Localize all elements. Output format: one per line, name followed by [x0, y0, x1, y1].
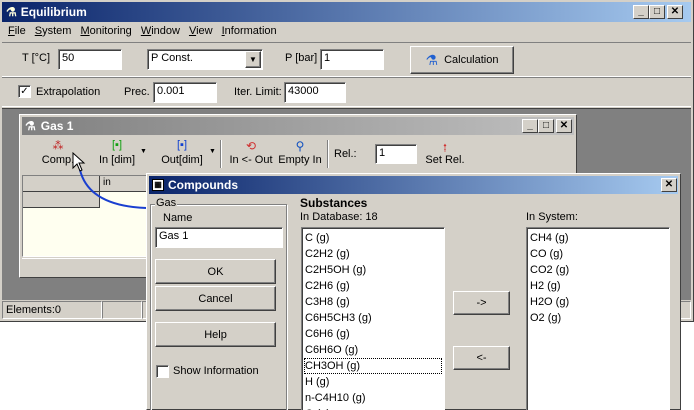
in-system-label: In System:: [526, 211, 578, 223]
blue-box-icon: [▪]: [176, 139, 187, 151]
system-list-item[interactable]: CH4 (g): [529, 230, 667, 246]
app-icon: ⚗: [6, 5, 17, 19]
show-information-checkbox[interactable]: [156, 365, 169, 378]
gas-window-title: Gas 1: [40, 119, 74, 133]
set-rel-icon: ⭫: [442, 141, 448, 155]
compounds-dialog: ▦ Compounds ✕ Gas Name Gas 1 OK Cancel H…: [146, 173, 681, 410]
database-list-item[interactable]: C3H8 (g): [304, 294, 442, 310]
gas-name-input[interactable]: Gas 1: [155, 227, 283, 248]
main-title-bar[interactable]: ⚗ Equilibrium: [2, 2, 691, 22]
dialog-title-bar[interactable]: ▦ Compounds: [149, 176, 678, 194]
pressure-input[interactable]: 1: [320, 49, 384, 70]
precision-input[interactable]: 0.001: [153, 82, 217, 103]
gas-maximize-button[interactable]: □: [538, 119, 554, 133]
ok-button[interactable]: OK: [155, 259, 276, 284]
gas-minimize-button[interactable]: _: [522, 119, 538, 133]
menu-view[interactable]: View: [189, 25, 213, 41]
database-list-item[interactable]: C2H2 (g): [304, 246, 442, 262]
menu-system[interactable]: System: [35, 25, 72, 41]
set-rel-button[interactable]: ⭫ Set Rel.: [422, 139, 468, 166]
database-list-item[interactable]: O (g): [304, 406, 442, 410]
menu-monitoring[interactable]: Monitoring: [80, 25, 131, 41]
extrapolation-checkbox[interactable]: ✓: [18, 85, 31, 98]
database-list-item[interactable]: CH3OH (g): [304, 358, 442, 374]
iter-limit-label: Iter. Limit:: [234, 86, 282, 98]
empty-in-label: Empty In: [278, 154, 322, 166]
database-list-item[interactable]: C6H6 (g): [304, 326, 442, 342]
rel-input[interactable]: 1: [375, 144, 417, 164]
gas-title-bar[interactable]: ⚗ Gas 1: [22, 117, 574, 135]
database-list-item[interactable]: n-C4H10 (g): [304, 390, 442, 406]
dialog-close-button[interactable]: ✕: [661, 178, 677, 192]
menu-bar: File System Monitoring Window View Infor…: [8, 25, 286, 41]
maximize-button[interactable]: □: [649, 5, 665, 19]
database-list-item[interactable]: C2H5OH (g): [304, 262, 442, 278]
gas-group-label: Gas: [155, 197, 178, 209]
mouse-cursor-icon: [72, 152, 86, 172]
flask-icon: ⚗: [425, 51, 439, 68]
dialog-icon: ▦: [152, 179, 164, 191]
toolbar-separator: [220, 140, 222, 168]
status-elements: Elements:0: [2, 301, 102, 319]
system-list-item[interactable]: CO (g): [529, 246, 667, 262]
menu-window[interactable]: Window: [141, 25, 180, 41]
pressure-label: P [bar]: [285, 52, 318, 64]
calculation-label: Calculation: [444, 54, 499, 66]
gas-close-button[interactable]: ✕: [556, 119, 572, 133]
options-toolbar: ✓ Extrapolation Prec. 0.001 Iter. Limit:…: [2, 77, 691, 107]
conditions-toolbar: T [°C] 50 P Const. ▼ P [bar] 1 ⚗ Calcula…: [2, 42, 691, 77]
out-dim-dropdown-icon[interactable]: ▼: [209, 148, 216, 155]
close-button[interactable]: ✕: [667, 5, 683, 19]
toolbar-separator-2: [327, 140, 329, 168]
status-panel-2: [102, 301, 142, 319]
system-list-items: CH4 (g) CO (g) CO2 (g) H2 (g) H2O (g) O2 (g): [529, 230, 667, 326]
system-list-item[interactable]: H2 (g): [529, 278, 667, 294]
add-substance-button[interactable]: ->: [453, 291, 510, 315]
in-database-label: In Database: 18: [300, 211, 378, 223]
name-label: Name: [163, 212, 193, 224]
iter-limit-input[interactable]: 43000: [284, 82, 346, 103]
recycle-icon: ⟲: [245, 139, 257, 153]
substances-heading: Substances: [300, 196, 368, 210]
database-list-item[interactable]: C (g): [304, 230, 442, 246]
in-out-label: In <- Out: [229, 154, 273, 166]
show-information-label: Show Information: [173, 365, 259, 377]
system-list-item[interactable]: CO2 (g): [529, 262, 667, 278]
database-list-items: C (g) C2H2 (g) C2H5OH (g) C2H6 (g) C3H8 (g) C…: [304, 230, 442, 410]
system-list-item[interactable]: H2O (g): [529, 294, 667, 310]
precision-label: Prec.: [124, 86, 150, 98]
system-list[interactable]: CH4 (g) CO (g) CO2 (g) H2 (g) H2O (g) O2 (g): [526, 227, 670, 410]
database-list-item[interactable]: C6H5CH3 (g): [304, 310, 442, 326]
remove-substance-button[interactable]: <-: [453, 346, 510, 370]
mode-select-value: P Const.: [151, 52, 193, 64]
calculation-button[interactable]: ⚗ Calculation: [410, 46, 514, 74]
rel-label: Rel.:: [334, 148, 357, 160]
app-title: Equilibrium: [20, 5, 87, 19]
dialog-title: Compounds: [168, 178, 238, 192]
menu-file[interactable]: File: [8, 25, 26, 41]
mode-dropdown-button[interactable]: ▼: [245, 51, 261, 68]
temperature-input[interactable]: 50: [58, 49, 122, 70]
minimize-button[interactable]: _: [633, 5, 649, 19]
magnifier-icon: ⚲: [295, 139, 305, 153]
in-out-button[interactable]: ⟲ In <- Out: [226, 139, 276, 166]
help-button[interactable]: Help: [155, 322, 276, 347]
gas-window-icon: ⚗: [25, 119, 36, 133]
empty-in-button[interactable]: ⚲ Empty In: [276, 139, 324, 166]
database-list-item[interactable]: C2H6 (g): [304, 278, 442, 294]
menu-information[interactable]: Information: [222, 25, 277, 41]
extrapolation-label: Extrapolation: [36, 86, 101, 98]
database-list-item[interactable]: H (g): [304, 374, 442, 390]
set-rel-label: Set Rel.: [425, 154, 465, 166]
temperature-label: T [°C]: [22, 52, 51, 64]
cancel-button[interactable]: Cancel: [155, 286, 276, 311]
database-list-item[interactable]: C6H6O (g): [304, 342, 442, 358]
database-list[interactable]: C (g) C2H2 (g) C2H5OH (g) C2H6 (g) C3H8 (g) C…: [301, 227, 445, 410]
system-list-item[interactable]: O2 (g): [529, 310, 667, 326]
